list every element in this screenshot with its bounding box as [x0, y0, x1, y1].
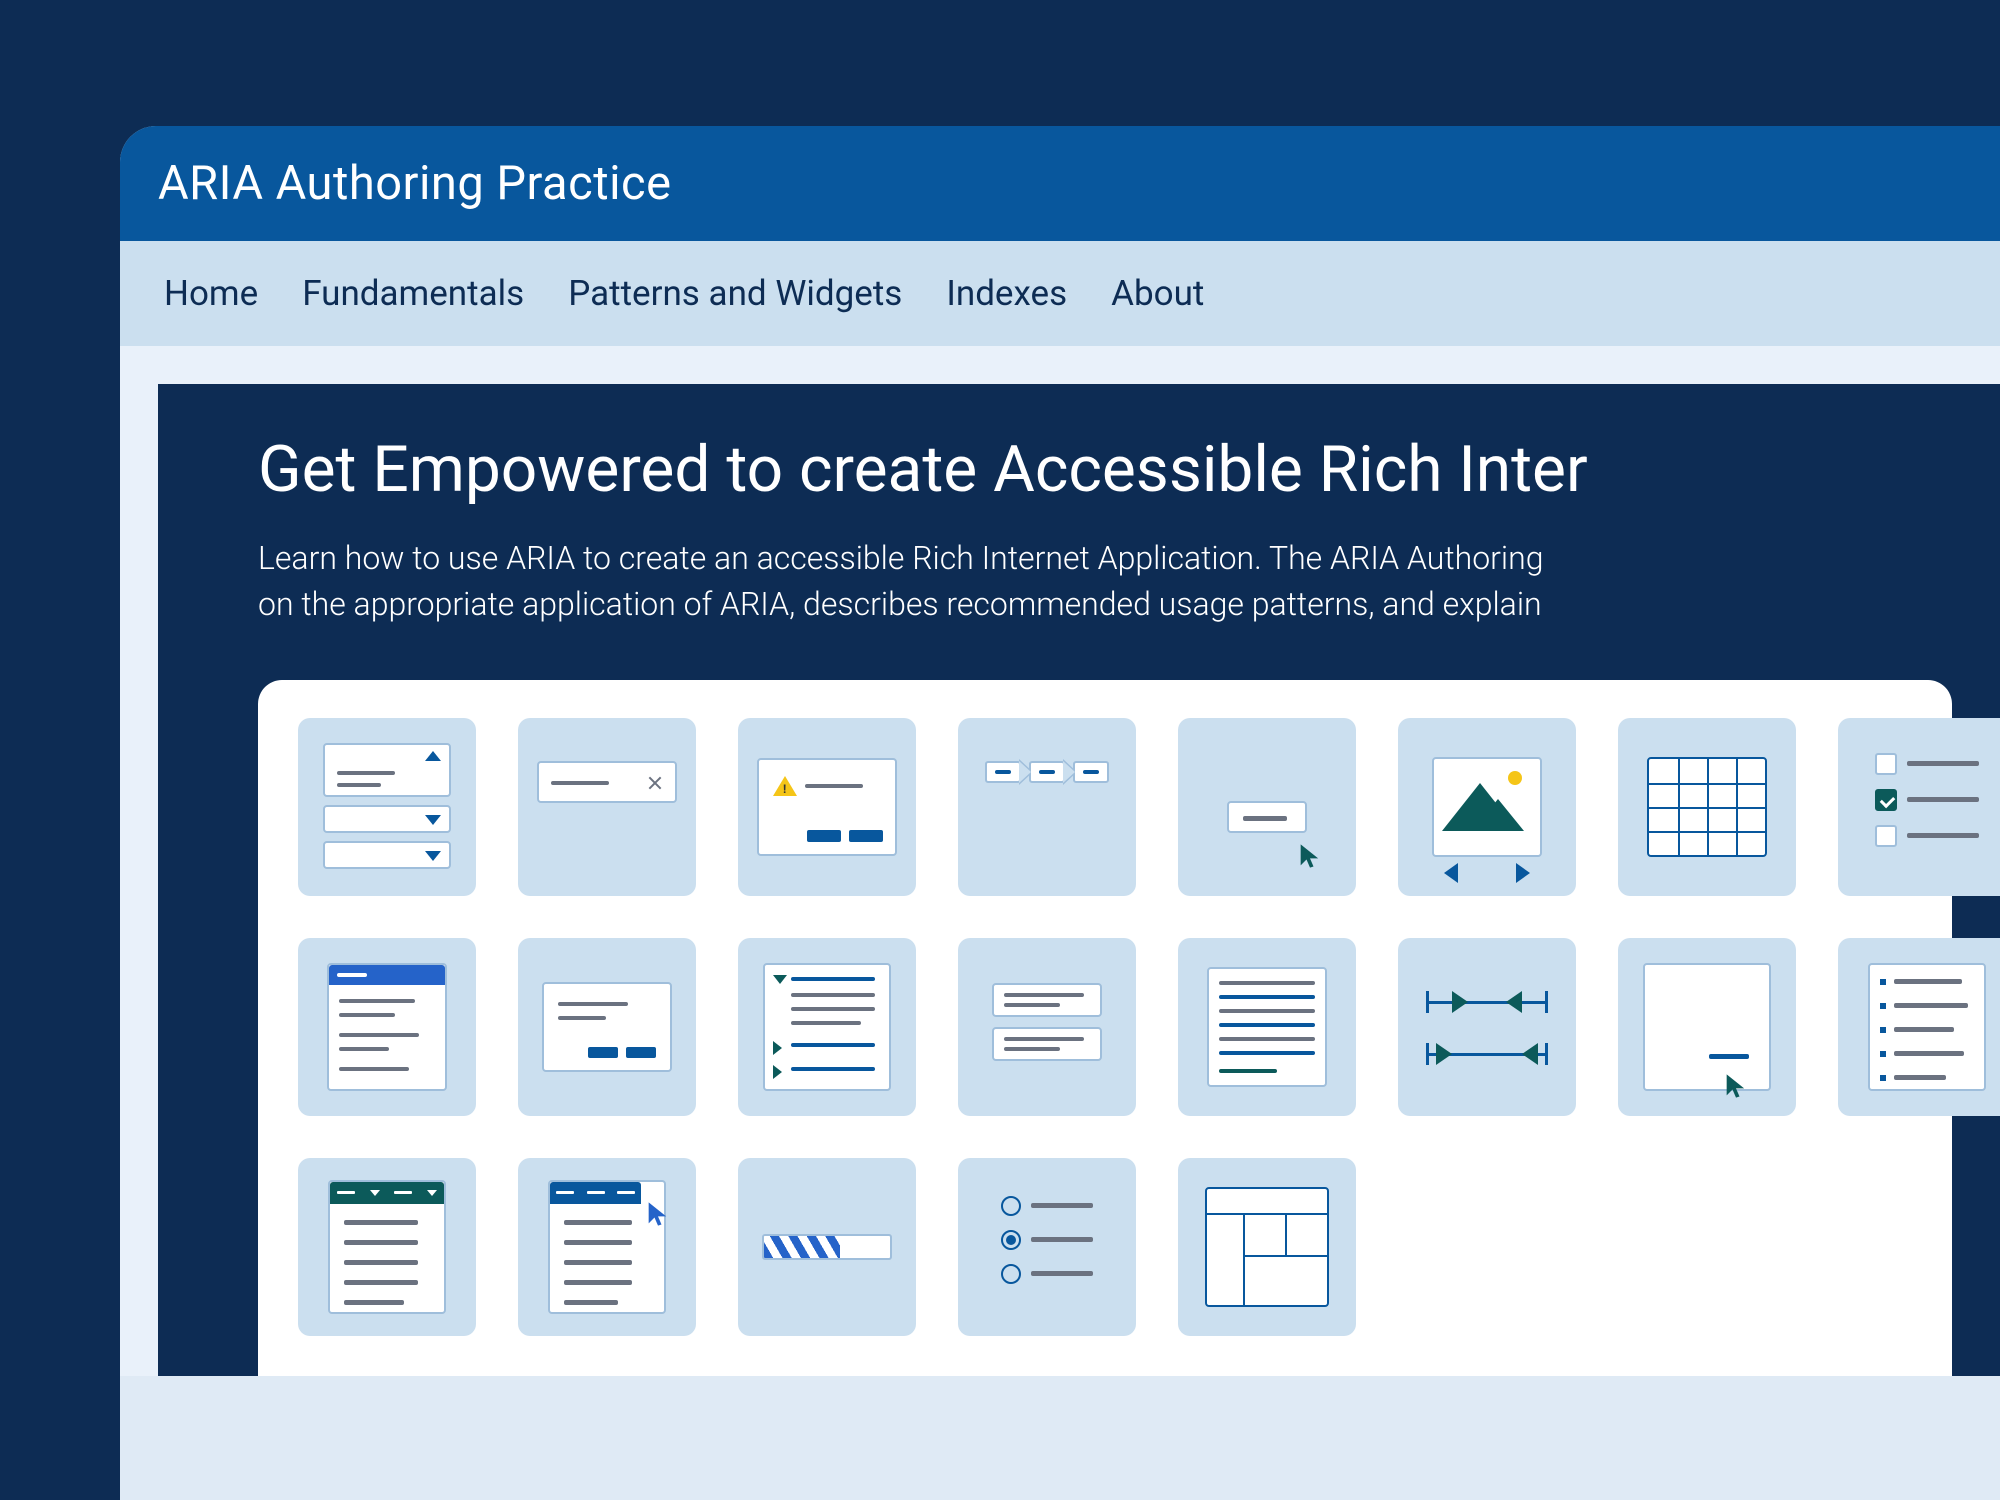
pattern-grid-panel: ! [258, 680, 1952, 1376]
pattern-card-disclosure[interactable] [738, 938, 916, 1116]
pattern-card-alert[interactable] [518, 718, 696, 896]
pattern-grid: ! [298, 718, 1912, 1336]
nav-about[interactable]: About [1111, 273, 1204, 314]
chevron-down-icon [425, 815, 441, 825]
pattern-card-dialog[interactable] [518, 938, 696, 1116]
pattern-card-menu[interactable] [298, 1158, 476, 1336]
hero-banner: Get Empowered to create Accessible Rich … [158, 384, 2000, 1376]
chevron-left-icon [1444, 863, 1458, 883]
pattern-card-radiogroup[interactable] [958, 1158, 1136, 1336]
hero-text-line2: on the appropriate application of ARIA, … [258, 581, 1952, 627]
cursor-icon [1298, 842, 1322, 870]
close-icon [647, 775, 663, 791]
nav-patterns[interactable]: Patterns and Widgets [568, 273, 902, 314]
pattern-card-link[interactable] [1618, 938, 1796, 1116]
caret-down-icon [370, 1190, 380, 1196]
pattern-card-grid[interactable] [1178, 938, 1356, 1116]
pattern-card-table[interactable] [1618, 718, 1796, 896]
chevron-right-icon [1516, 863, 1530, 883]
cursor-icon [646, 1200, 670, 1228]
pattern-card-slider[interactable] [1398, 938, 1576, 1116]
pattern-card-button[interactable] [1178, 718, 1356, 896]
site-title: ARIA Authoring Practice [158, 156, 672, 211]
pattern-card-layout-table[interactable] [1178, 1158, 1356, 1336]
caret-down-icon [773, 975, 787, 984]
chevron-up-icon [425, 751, 441, 761]
chevron-down-icon [425, 851, 441, 861]
caret-right-icon [773, 1065, 782, 1079]
pattern-card-alertdialog[interactable]: ! [738, 718, 916, 896]
app-window: ARIA Authoring Practice Home Fundamental… [120, 126, 2000, 1500]
nav-home[interactable]: Home [164, 273, 258, 314]
caret-down-icon [427, 1190, 437, 1196]
pattern-card-listbox[interactable] [1838, 938, 2000, 1116]
pattern-card-breadcrumb[interactable] [958, 718, 1136, 896]
pattern-card-carousel[interactable] [1398, 718, 1576, 896]
site-header: ARIA Authoring Practice [120, 126, 2000, 241]
check-icon [1875, 789, 1897, 811]
nav-indexes[interactable]: Indexes [946, 273, 1067, 314]
nav-fundamentals[interactable]: Fundamentals [302, 273, 524, 314]
main-nav: Home Fundamentals Patterns and Widgets I… [120, 241, 2000, 346]
pattern-card-meter[interactable] [738, 1158, 916, 1336]
caret-right-icon [773, 1041, 782, 1055]
pattern-card-checkbox[interactable] [1838, 718, 2000, 896]
pattern-card-feed[interactable] [958, 938, 1136, 1116]
radio-selected-icon [1001, 1230, 1021, 1250]
cursor-icon [1724, 1072, 1748, 1100]
progress-stripes-icon [764, 1236, 840, 1258]
hero-title: Get Empowered to create Accessible Rich … [258, 432, 1952, 507]
hero-text-line1: Learn how to use ARIA to create an acces… [258, 535, 1952, 581]
pattern-card-combobox[interactable] [298, 938, 476, 1116]
pattern-card-accordion[interactable] [298, 718, 476, 896]
content-area: Get Empowered to create Accessible Rich … [120, 346, 2000, 1376]
pattern-card-menubar[interactable] [518, 1158, 696, 1336]
